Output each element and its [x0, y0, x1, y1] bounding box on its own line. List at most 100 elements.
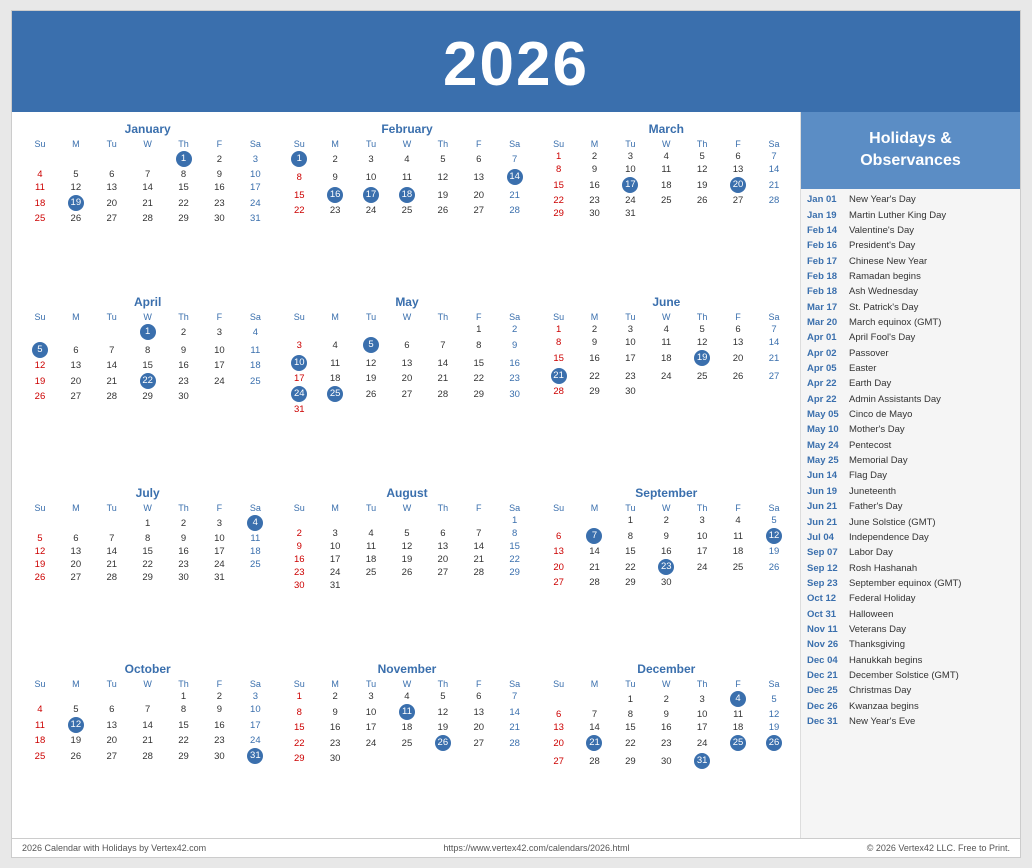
month-title-july: July [22, 486, 273, 500]
month-title-december: December [541, 662, 792, 676]
month-april: April SuMTuWThFSa 1234 567891011 1213141… [20, 293, 275, 480]
holiday-item: Apr 22Earth Day [807, 377, 1014, 392]
holiday-date: Mar 17 [807, 302, 843, 314]
cal-table-march: SuMTuWThFSa 1234567 891011121314 1516171… [541, 138, 792, 220]
holiday-name: President's Day [849, 240, 915, 252]
holiday-item: May 25Memorial Day [807, 454, 1014, 469]
holiday-item: Dec 25Christmas Day [807, 684, 1014, 699]
holiday-name: April Fool's Day [849, 332, 915, 344]
holiday-date: Feb 18 [807, 271, 843, 283]
holiday-name: New Year's Eve [849, 716, 915, 728]
holiday-date: May 10 [807, 424, 843, 436]
holiday-name: September equinox (GMT) [849, 578, 961, 590]
holiday-date: Feb 17 [807, 256, 843, 268]
month-title-march: March [541, 122, 792, 136]
holiday-item: Dec 04Hanukkah begins [807, 653, 1014, 668]
holiday-name: Ramadan begins [849, 271, 921, 283]
holiday-item: May 24 Pentecost [807, 438, 1014, 453]
holiday-name: Veterans Day [849, 624, 906, 636]
month-title-may: May [281, 295, 532, 309]
holiday-date: Jan 01 [807, 194, 843, 206]
holiday-name: Christmas Day [849, 685, 911, 697]
holiday-date: Apr 22 [807, 394, 843, 406]
holiday-date: Apr 01 [807, 332, 843, 344]
holiday-date: Jan 19 [807, 210, 843, 222]
holiday-date: Jun 21 [807, 517, 843, 529]
holiday-item: Dec 21 December Solstice (GMT) [807, 668, 1014, 683]
holiday-name: Federal Holiday [849, 593, 916, 605]
holiday-item: Dec 31 New Year's Eve [807, 714, 1014, 729]
cal-table-february: SuMTuWThFSa 1234567 891011121314 1516171… [281, 138, 532, 217]
holiday-item: Nov 11 Veterans Day [807, 622, 1014, 637]
holiday-item: Jul 04 Independence Day [807, 530, 1014, 545]
holiday-name: December Solstice (GMT) [849, 670, 959, 682]
holiday-item: Jan 01 New Year's Day [807, 193, 1014, 208]
cal-table-july: SuMTuWThFSa 1234 567891011 1213141516171… [22, 502, 273, 584]
holiday-date: Apr 02 [807, 348, 843, 360]
holiday-name: March equinox (GMT) [849, 317, 941, 329]
holiday-date: Jul 04 [807, 532, 843, 544]
holiday-date: Dec 21 [807, 670, 843, 682]
holiday-item: Apr 01 April Fool's Day [807, 331, 1014, 346]
holiday-name: June Solstice (GMT) [849, 517, 936, 529]
holiday-date: Jun 21 [807, 501, 843, 513]
holiday-date: Sep 23 [807, 578, 843, 590]
footer-center: https://www.vertex42.com/calendars/2026.… [443, 843, 629, 853]
footer-right: © 2026 Vertex42 LLC. Free to Print. [867, 843, 1010, 853]
holiday-date: Oct 31 [807, 609, 843, 621]
holiday-item: Dec 26Kwanzaa begins [807, 699, 1014, 714]
holiday-date: Mar 20 [807, 317, 843, 329]
holiday-date: Feb 14 [807, 225, 843, 237]
holiday-date: Feb 16 [807, 240, 843, 252]
holiday-name: Pentecost [849, 440, 891, 452]
holiday-item: Apr 02 Passover [807, 346, 1014, 361]
cal-table-january: SuMTuWThFSa 123 45678910 11121314151617 … [22, 138, 273, 225]
holiday-item: Jun 14Flag Day [807, 469, 1014, 484]
month-october: October SuMTuWThFSa 123 45678910 1112131… [20, 660, 275, 834]
holiday-date: Sep 07 [807, 547, 843, 559]
month-title-june: June [541, 295, 792, 309]
month-january: January SuMTuWThFSa 123 45678910 1112131… [20, 120, 275, 289]
holiday-item: Jun 21 June Solstice (GMT) [807, 515, 1014, 530]
holiday-name: Chinese New Year [849, 256, 927, 268]
holiday-date: Sep 12 [807, 563, 843, 575]
month-title-august: August [281, 486, 532, 500]
year-banner: 2026 [12, 11, 1020, 112]
footer: 2026 Calendar with Holidays by Vertex42.… [12, 838, 1020, 857]
holiday-name: New Year's Day [849, 194, 916, 206]
holiday-item: Nov 26Thanksgiving [807, 638, 1014, 653]
holidays-list: Jan 01New Year's DayJan 19Martin Luther … [801, 189, 1020, 838]
holiday-date: May 25 [807, 455, 843, 467]
cal-table-december: SuMTuWThFSa 12345 6789101112 13141516171… [541, 678, 792, 770]
calendar-area: January SuMTuWThFSa 123 45678910 1112131… [12, 112, 800, 838]
holiday-date: Nov 26 [807, 639, 843, 651]
holiday-name: Mother's Day [849, 424, 905, 436]
holiday-item: Sep 23 September equinox (GMT) [807, 576, 1014, 591]
holiday-name: Rosh Hashanah [849, 563, 917, 575]
month-september: September SuMTuWThFSa 12345 6789101112 1… [539, 484, 794, 656]
holiday-date: Dec 26 [807, 701, 843, 713]
month-title-october: October [22, 662, 273, 676]
holiday-name: Passover [849, 348, 889, 360]
holiday-item: Sep 07Labor Day [807, 546, 1014, 561]
holiday-date: Nov 11 [807, 624, 843, 636]
month-title-september: September [541, 486, 792, 500]
cal-table-september: SuMTuWThFSa 12345 6789101112 13141516171… [541, 502, 792, 589]
month-february: February SuMTuWThFSa 1234567 89101112131… [279, 120, 534, 289]
month-august: August SuMTuWThFSa 1 2345678 91011121314… [279, 484, 534, 656]
holiday-name: Father's Day [849, 501, 903, 513]
holiday-date: Jun 19 [807, 486, 843, 498]
holiday-date: Dec 04 [807, 655, 843, 667]
month-title-february: February [281, 122, 532, 136]
holiday-name: Ash Wednesday [849, 286, 918, 298]
month-june: June SuMTuWThFSa 1234567 891011121314 15… [539, 293, 794, 480]
cal-table-may: SuMTuWThFSa 12 3456789 10111213141516 17… [281, 311, 532, 416]
holidays-header: Holidays &Observances [801, 112, 1020, 189]
holiday-name: Juneteenth [849, 486, 896, 498]
holiday-name: Independence Day [849, 532, 929, 544]
month-december: December SuMTuWThFSa 12345 6789101112 13… [539, 660, 794, 834]
holiday-date: Dec 31 [807, 716, 843, 728]
holiday-date: May 24 [807, 440, 843, 452]
holiday-item: Oct 12Federal Holiday [807, 592, 1014, 607]
holiday-item: May 05Cinco de Mayo [807, 408, 1014, 423]
